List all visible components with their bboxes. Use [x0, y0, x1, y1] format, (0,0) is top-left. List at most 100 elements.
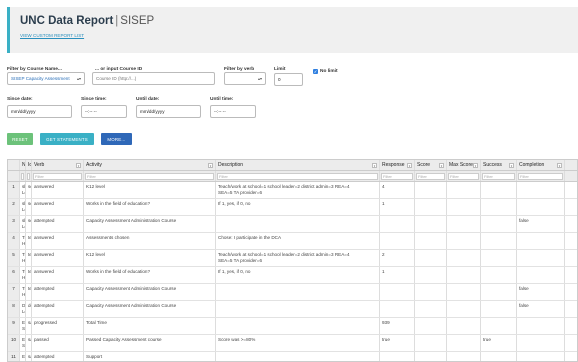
cell-description: Teach/work at school=1 school leader=2 d… [216, 250, 380, 266]
cell-completion [517, 335, 565, 351]
no-limit-checkbox[interactable]: ✓ No limit [313, 69, 338, 74]
cell-activity: Works in the field of education? [84, 199, 216, 215]
view-custom-report-list-link[interactable]: VIEW CUSTOM REPORT LIST [20, 33, 84, 38]
filter-cell-max-score: Filter [447, 171, 481, 181]
table-row[interactable]: 5TimHeteransweredK12 levelTeach/work at … [8, 250, 577, 267]
cell-score [415, 216, 447, 232]
column-header-completion[interactable]: Completion ▾ [517, 160, 565, 170]
cell-line: Ley [22, 224, 25, 229]
table-row[interactable]: 10EmSasalpassedPassed Capacity Assessmen… [8, 335, 577, 352]
page-header: UNC Data Report | SISEP VIEW CUSTOM REPORT… [7, 7, 578, 53]
cell-row-number: 9 [8, 318, 20, 334]
since-time-input[interactable]: --:-- -- [81, 105, 127, 118]
table-row[interactable]: 8DoLeydolattemptedCapacity Assessment Ad… [8, 301, 577, 318]
cell-completion [517, 199, 565, 215]
column-menu-icon[interactable]: ▾ [439, 162, 444, 168]
verb-select[interactable]: ▴▾ [224, 72, 266, 85]
cell-success [481, 199, 517, 215]
cell-row-number: 10 [8, 335, 20, 351]
get-statements-button[interactable]: GET STATEMENTS [40, 133, 94, 145]
column-header-label: Completion [519, 162, 545, 168]
course-id-input[interactable] [92, 72, 215, 85]
column-filter-input[interactable]: Fi [21, 172, 24, 180]
table-row[interactable]: 11EmsalattemptedSupport [8, 352, 577, 361]
cell-activity: Capacity Assessment Administration Cours… [84, 284, 216, 300]
cell-verb: answered [32, 267, 84, 283]
column-filter-input[interactable]: Fi [27, 172, 30, 180]
cell-score [415, 352, 447, 361]
column-filter-input[interactable]: Filter [482, 172, 515, 180]
table-row[interactable]: 1shiLeyselansweredK12 levelTeach/work at… [8, 182, 577, 199]
cell-line: SEA=5 TA provider=6 [218, 190, 263, 195]
column-header-description[interactable]: Description ▾ [216, 160, 380, 170]
cell-line: Sa [22, 326, 26, 331]
cell-row-number: 1 [8, 182, 20, 198]
cell-line: He [22, 258, 26, 263]
until-date-input[interactable]: mm/dd/yyyy [136, 105, 201, 118]
cell-activity: K12 level [84, 250, 216, 266]
cell-activity: Total Time [84, 318, 216, 334]
until-time-input[interactable]: --:-- -- [210, 105, 256, 118]
cell-description [216, 284, 380, 300]
table-row[interactable]: 7TimHeterattemptedCapacity Assessment Ad… [8, 284, 577, 301]
column-filter-input[interactable]: Filter [416, 172, 445, 180]
column-header-label: Activity [86, 162, 102, 168]
since-date-label: Since date: [7, 97, 33, 102]
title-separator: | [115, 15, 119, 27]
column-header-activity[interactable]: Activity ▾ [84, 160, 216, 170]
cell-description [216, 318, 380, 334]
table-row[interactable]: 6TimHeteransweredWorks in the field of e… [8, 267, 577, 284]
limit-input[interactable]: 0 [274, 73, 303, 86]
cell-row-number: 6 [8, 267, 20, 283]
column-header-verb[interactable]: Verb ▾ [32, 160, 84, 170]
column-menu-icon[interactable]: ▾ [509, 162, 514, 168]
table-row[interactable]: 3shiLeyselattemptedCapacity Assessment A… [8, 216, 577, 233]
cell-max-score [447, 233, 481, 249]
column-filter-input[interactable]: Filter [217, 172, 378, 180]
column-header-score[interactable]: Score ▾ [415, 160, 447, 170]
column-header-success[interactable]: Success ▾ [481, 160, 517, 170]
column-header-label: Description [218, 162, 244, 168]
column-filter-input[interactable]: Filter [448, 172, 479, 180]
cell-activity: Support [84, 352, 216, 361]
cell-row-number: 8 [8, 301, 20, 317]
cell-line: Sa [22, 343, 26, 348]
cell-response [380, 352, 415, 361]
column-menu-icon[interactable]: ▾ [473, 162, 478, 168]
column-header-response[interactable]: Response ▾ [380, 160, 415, 170]
until-time-label: Until time: [210, 97, 234, 102]
table-row[interactable]: 4TimHeteransweredAssessments chosenChose… [8, 233, 577, 250]
cell-response: 1 [380, 199, 415, 215]
cell-completion [517, 267, 565, 283]
table-row[interactable]: 9EmSasalprogressedTotal Time939 [8, 318, 577, 335]
cell-max-score [447, 267, 481, 283]
column-menu-icon[interactable]: ▾ [208, 162, 213, 168]
column-menu-icon[interactable]: ▾ [557, 162, 562, 168]
since-date-input[interactable]: mm/dd/yyyy [7, 105, 72, 118]
cell-max-score [447, 182, 481, 198]
cell-description [216, 216, 380, 232]
cell-completion [517, 318, 565, 334]
column-filter-input[interactable]: Filter [85, 172, 214, 180]
column-filter-input[interactable]: Filter [518, 172, 563, 180]
reset-button[interactable]: RESET [7, 133, 33, 145]
column-header-row-number [8, 160, 20, 170]
cell-row-number: 3 [8, 216, 20, 232]
column-menu-icon[interactable]: ▾ [407, 162, 412, 168]
cell-response [380, 216, 415, 232]
column-filter-input[interactable]: Filter [33, 172, 82, 180]
course-name-select[interactable]: SISEP Capacity Assessment ▴▾ [7, 72, 85, 85]
cell-response: 939 [380, 318, 415, 334]
cell-description: Teach/work at school=1 school leader=2 d… [216, 182, 380, 198]
column-menu-icon[interactable]: ▾ [372, 162, 377, 168]
limit-label: Limit [274, 67, 286, 72]
cell-verb: answered [32, 233, 84, 249]
cell-response: true [380, 335, 415, 351]
column-menu-icon[interactable]: ▾ [76, 162, 81, 168]
table-row[interactable]: 2shiLeyselansweredWorks in the field of … [8, 199, 577, 216]
column-filter-input[interactable]: Filter [381, 172, 413, 180]
cell-completion: false [517, 301, 565, 317]
cell-description [216, 301, 380, 317]
column-header-max-score[interactable]: Max Score ▾ [447, 160, 481, 170]
more-button[interactable]: MORE... [101, 133, 132, 145]
